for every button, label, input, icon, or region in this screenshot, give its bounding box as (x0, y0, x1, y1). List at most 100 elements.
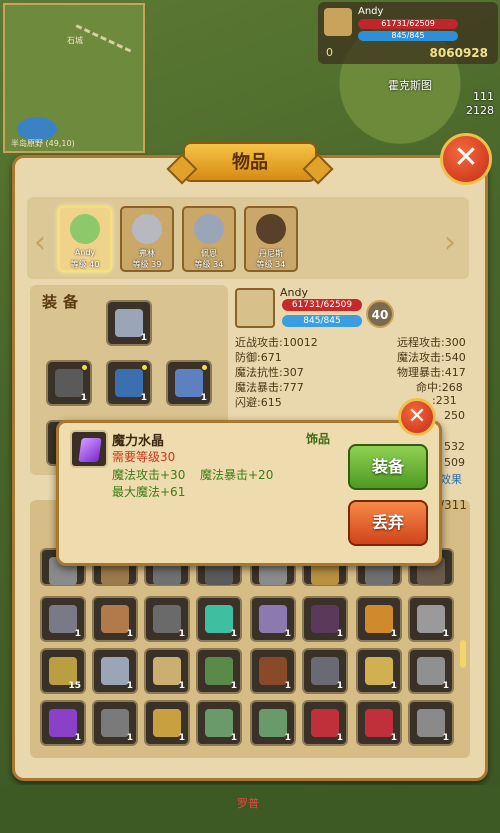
world-location-label: 霍克斯图 (388, 79, 432, 92)
item-count: 1 (178, 733, 185, 743)
close-panel-button[interactable]: ✕ (440, 133, 492, 185)
equipment-title: 装备 (42, 293, 85, 311)
item-count: 1 (74, 733, 81, 743)
upgrade-dot (142, 365, 147, 370)
bag-slot[interactable]: 1 (144, 700, 190, 746)
bag-slot[interactable]: 1 (356, 648, 402, 694)
item-stat-max-mana: 最大魔法+61 (112, 485, 186, 499)
item-stat-magic-attack: 魔法攻击+30 (112, 468, 186, 482)
hero-level-badge: 40 (366, 300, 394, 328)
bag-slot[interactable]: 1 (196, 648, 242, 694)
bag-slot[interactable]: 1 (196, 596, 242, 642)
discard-button[interactable]: 丢弃 (348, 500, 428, 546)
hero-stat-name: Andy (280, 286, 308, 299)
hero-level: 等级 34 (194, 260, 224, 269)
item-icon (205, 657, 233, 685)
item-count: 1 (80, 393, 87, 403)
item-count: 1 (126, 629, 133, 639)
equip-slot-helmet[interactable]: 1 (106, 300, 152, 346)
item-name: 魔力水晶 (112, 434, 165, 449)
hero-portrait (256, 214, 286, 244)
hero-portrait (132, 214, 162, 244)
item-icon (205, 605, 233, 633)
player-mp-bar: 845/845 (358, 31, 458, 41)
item-requirement: 需要等级30 (112, 450, 176, 464)
item-icon (49, 709, 77, 737)
bag-slot[interactable]: 1 (408, 596, 454, 642)
hero-card-3[interactable]: 佩恩 等级 34 (182, 206, 236, 272)
item-stat-magic-crit: 魔法暴击+20 (200, 468, 274, 482)
hero-next-arrow-icon[interactable]: › (444, 225, 456, 260)
bag-slot[interactable]: 1 (144, 648, 190, 694)
stat-partial-1: :231 (432, 394, 457, 407)
item-count: 1 (390, 629, 397, 639)
equip-slot-armor[interactable]: 1 (106, 360, 152, 406)
bag-slot[interactable]: 1 (40, 700, 86, 746)
gauntlet-icon (175, 369, 203, 397)
item-count: 1 (284, 629, 291, 639)
bag-slot[interactable]: 1 (40, 596, 86, 642)
helmet-icon (115, 309, 143, 337)
stat-partial-4: 509 (444, 456, 465, 469)
item-icon (311, 605, 339, 633)
world-counter-2: 2128 (466, 104, 494, 117)
item-count: 1 (390, 681, 397, 691)
bag-slot[interactable]: 1 (356, 700, 402, 746)
equip-slot-weapon[interactable]: 1 (46, 360, 92, 406)
bag-slot[interactable]: 1 (408, 648, 454, 694)
stat-accuracy: 命中:268 (416, 381, 463, 394)
stat-partial-2: 250 (444, 409, 465, 422)
bag-slot[interactable]: 1 (196, 700, 242, 746)
equip-button[interactable]: 装备 (348, 444, 428, 490)
bag-slot[interactable]: 1 (92, 700, 138, 746)
item-icon (49, 605, 77, 633)
stat-effect-link[interactable]: 效果 (440, 471, 462, 487)
hero-level: 等级 39 (132, 260, 162, 269)
close-tooltip-button[interactable]: ✕ (398, 398, 436, 436)
bag-slot[interactable]: 1 (144, 596, 190, 642)
upgrade-dot (202, 365, 207, 370)
bag-slot[interactable]: 1 (302, 700, 348, 746)
hero-card-andy[interactable]: Andy 等级 40 (58, 206, 112, 272)
bag-slot[interactable]: 1 (92, 648, 138, 694)
coin-count: 0 (326, 46, 333, 59)
bag-slot[interactable]: 1 (250, 700, 296, 746)
equip-slot-gloves[interactable]: 1 (166, 360, 212, 406)
item-icon (417, 709, 445, 737)
item-count: 1 (178, 629, 185, 639)
hero-name: 丹尼斯 (259, 249, 283, 258)
bag-slot[interactable]: 1 (250, 648, 296, 694)
hero-hp-bar: 61731/62509 (282, 299, 362, 311)
player-hp-bar: 61731/62509 (358, 19, 458, 29)
item-count: 1 (284, 733, 291, 743)
item-count: 1 (336, 629, 343, 639)
bag-scrollbar[interactable] (460, 640, 466, 668)
stat-defense: 防御:671 (235, 351, 282, 364)
item-count: 1 (140, 393, 147, 403)
player-name: Andy (358, 6, 384, 17)
item-type: 饰品 (306, 432, 331, 446)
item-icon (101, 605, 129, 633)
stat-magic-resist: 魔法抗性:307 (235, 366, 304, 379)
bag-slot[interactable]: 1 (408, 700, 454, 746)
hero-name: 弗林 (139, 249, 155, 258)
minimap-road (58, 24, 132, 89)
bag-slot[interactable]: 15 (40, 648, 86, 694)
minimap[interactable]: 石城 半岛原野 (49,10) (3, 3, 145, 153)
hero-card-2[interactable]: 弗林 等级 39 (120, 206, 174, 272)
player-avatar[interactable] (324, 8, 352, 36)
bag-slot[interactable]: 1 (250, 596, 296, 642)
hero-prev-arrow-icon[interactable]: ‹ (34, 225, 46, 260)
player-hud[interactable]: Andy 61731/62509 845/845 0 8060928 (318, 2, 498, 64)
hero-level: 等级 34 (256, 260, 286, 269)
gold-count: 8060928 (429, 46, 488, 60)
stat-melee-attack: 近战攻击:10012 (235, 336, 318, 349)
bag-capacity: /311 (440, 498, 467, 512)
bag-slot[interactable]: 1 (92, 596, 138, 642)
item-count: 1 (200, 393, 207, 403)
bag-slot[interactable]: 1 (356, 596, 402, 642)
bag-slot[interactable]: 1 (302, 596, 348, 642)
item-icon (365, 709, 393, 737)
hero-card-4[interactable]: 丹尼斯 等级 34 (244, 206, 298, 272)
bag-slot[interactable]: 1 (302, 648, 348, 694)
